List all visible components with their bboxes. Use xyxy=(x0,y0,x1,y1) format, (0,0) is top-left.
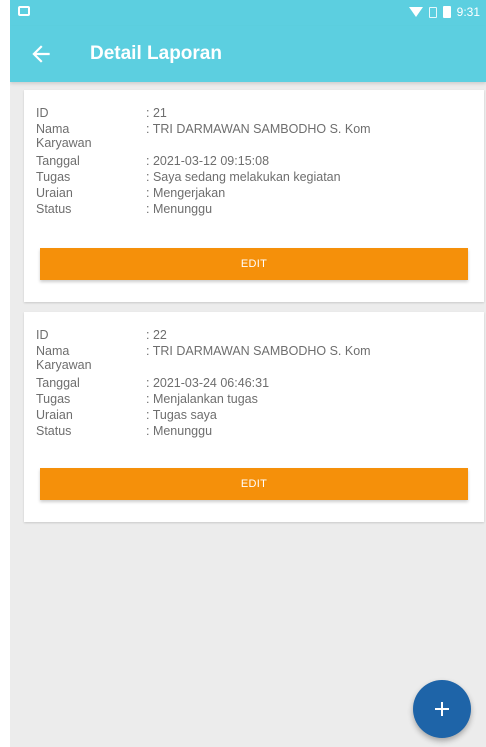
edit-button[interactable]: EDIT xyxy=(40,468,468,500)
plus-icon xyxy=(435,702,449,716)
uraian-label: Uraian xyxy=(36,186,73,200)
battery-icon xyxy=(442,6,451,18)
status-time: 9:31 xyxy=(456,5,480,19)
tanggal-value: : 2021-03-12 09:15:08 xyxy=(146,154,270,168)
wifi-icon xyxy=(408,7,423,17)
report-card: ID : 22 Nama Karyawan : TRI DARMAWAN SAMB… xyxy=(24,312,484,522)
status-icons: 9:31 xyxy=(408,5,480,19)
app-bar: Detail Laporan xyxy=(10,26,486,82)
back-arrow-icon[interactable] xyxy=(28,41,54,67)
notification-icon xyxy=(18,6,30,16)
tugas-label: Tugas xyxy=(36,392,71,406)
status-label: Status xyxy=(36,202,72,216)
page-title: Detail Laporan xyxy=(90,43,222,64)
report-card: ID : 21 Nama Karyawan : TRI DARMAWAN SAMB… xyxy=(24,90,484,302)
id-label: ID xyxy=(36,328,49,342)
id-value: : 22 xyxy=(146,328,167,342)
tugas-value: : Menjalankan tugas xyxy=(146,392,258,406)
nama-value: : TRI DARMAWAN SAMBODHO S. Kom xyxy=(146,122,371,136)
uraian-label: Uraian xyxy=(36,408,73,422)
tugas-label: Tugas xyxy=(36,170,71,184)
nama-label: Nama Karyawan xyxy=(36,122,92,150)
uraian-value: : Tugas saya xyxy=(146,408,217,422)
sim-icon xyxy=(428,6,437,18)
edit-button[interactable]: EDIT xyxy=(40,248,468,280)
status-value: : Menunggu xyxy=(146,424,213,438)
app-screen: 9:31 Detail Laporan ID : 21 Nama Karyawan… xyxy=(10,0,486,747)
uraian-value: : Mengerjakan xyxy=(146,186,226,200)
tanggal-label: Tanggal xyxy=(36,376,80,390)
tugas-value: : Saya sedang melakukan kegiatan xyxy=(146,170,341,184)
nama-label: Nama Karyawan xyxy=(36,344,92,372)
tanggal-label: Tanggal xyxy=(36,154,80,168)
nama-value: : TRI DARMAWAN SAMBODHO S. Kom xyxy=(146,344,371,358)
add-report-button[interactable] xyxy=(413,680,471,738)
status-label: Status xyxy=(36,424,72,438)
status-value: : Menunggu xyxy=(146,202,213,216)
tanggal-value: : 2021-03-24 06:46:31 xyxy=(146,376,270,390)
id-label: ID xyxy=(36,106,49,120)
status-bar: 9:31 xyxy=(10,0,486,26)
id-value: : 21 xyxy=(146,106,167,120)
